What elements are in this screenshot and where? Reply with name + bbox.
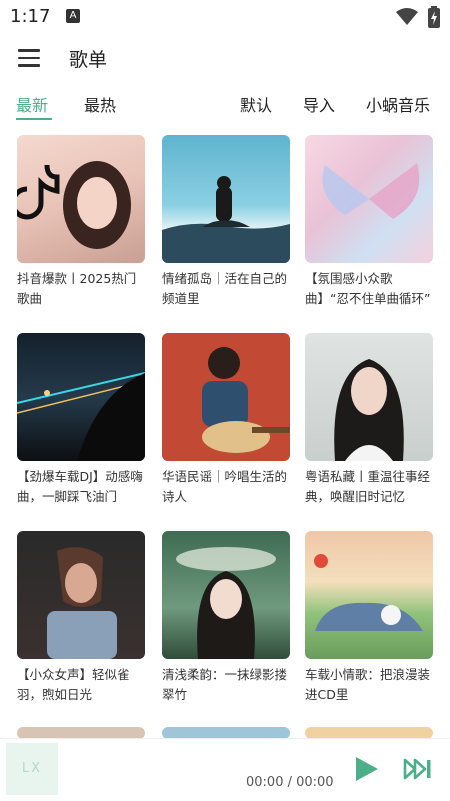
playlist-cover [17, 135, 145, 263]
playlist-title: 清浅柔韵：一抹绿影搂翠竹 [162, 667, 288, 702]
playlist-cover [305, 135, 433, 263]
playlist-cover [305, 333, 433, 461]
playlist-card[interactable]: 清浅柔韵：一抹绿影搂翠竹 [162, 531, 290, 705]
status-time: 1:17 [10, 6, 51, 27]
mini-player: LX 00:00 / 00:00 [0, 738, 450, 801]
playlist-cover [162, 333, 290, 461]
sort-default-button[interactable]: 默认 [240, 92, 272, 116]
playlist-card[interactable]: 抖音爆款丨2025热门歌曲 [17, 135, 145, 309]
a-icon: A [66, 9, 80, 23]
now-playing-art[interactable]: LX [6, 743, 58, 795]
playlist-cover [162, 135, 290, 263]
tab-latest[interactable]: 最新 [16, 92, 48, 116]
playlist-card[interactable]: 【小众女声】轻似雀羽，煦如日光 [17, 531, 145, 705]
playlist-title: 车载小情歌：把浪漫装进CD里 [305, 667, 431, 702]
playlist-title: 【氛围感小众歌曲】“忍不住单曲循环” [305, 271, 431, 306]
playlist-cover [17, 333, 145, 461]
playlist-card[interactable]: 车载小情歌：把浪漫装进CD里 [305, 531, 433, 705]
status-bar: 1:17 A [0, 0, 450, 34]
wifi-icon [396, 8, 418, 25]
battery-charging-icon [428, 6, 440, 28]
playlist-cover [162, 531, 290, 659]
playlist-card[interactable]: 粤语私藏丨重温往事经典，唤醒旧时记忆 [305, 333, 433, 507]
source-xiaowo-button[interactable]: 小蜗音乐 [366, 92, 430, 116]
import-button[interactable]: 导入 [303, 92, 335, 116]
playback-time: 00:00 / 00:00 [246, 775, 334, 790]
playlist-card[interactable]: 【劲爆车载DJ】动感嗨曲，一脚踩飞油门 [17, 333, 145, 507]
play-icon[interactable] [352, 755, 380, 783]
app-bar: 歌单 [0, 38, 450, 80]
playlist-cover [17, 531, 145, 659]
playlist-title: 【劲爆车载DJ】动感嗨曲，一脚踩飞油门 [17, 469, 143, 504]
playlist-title: 【小众女声】轻似雀羽，煦如日光 [17, 667, 130, 702]
playlist-cover [305, 531, 433, 659]
filter-tabs: 最新 最热 默认 导入 小蜗音乐 [0, 88, 450, 122]
playlist-title: 华语民谣｜吟唱生活的诗人 [162, 469, 288, 504]
playlist-title: 情绪孤岛｜活在自己的频道里 [162, 271, 288, 306]
playlist-card[interactable]: 【氛围感小众歌曲】“忍不住单曲循环” [305, 135, 433, 309]
playlist-card[interactable]: 华语民谣｜吟唱生活的诗人 [162, 333, 290, 507]
tab-active-indicator [16, 118, 52, 120]
skip-next-icon[interactable] [403, 757, 433, 781]
menu-icon[interactable] [18, 49, 40, 69]
playlist-card[interactable]: 情绪孤岛｜活在自己的频道里 [162, 135, 290, 309]
tab-hottest[interactable]: 最热 [84, 92, 116, 116]
playlist-title: 抖音爆款丨2025热门歌曲 [17, 271, 137, 306]
page-title: 歌单 [69, 49, 108, 71]
playlist-title: 粤语私藏丨重温往事经典，唤醒旧时记忆 [305, 469, 431, 504]
